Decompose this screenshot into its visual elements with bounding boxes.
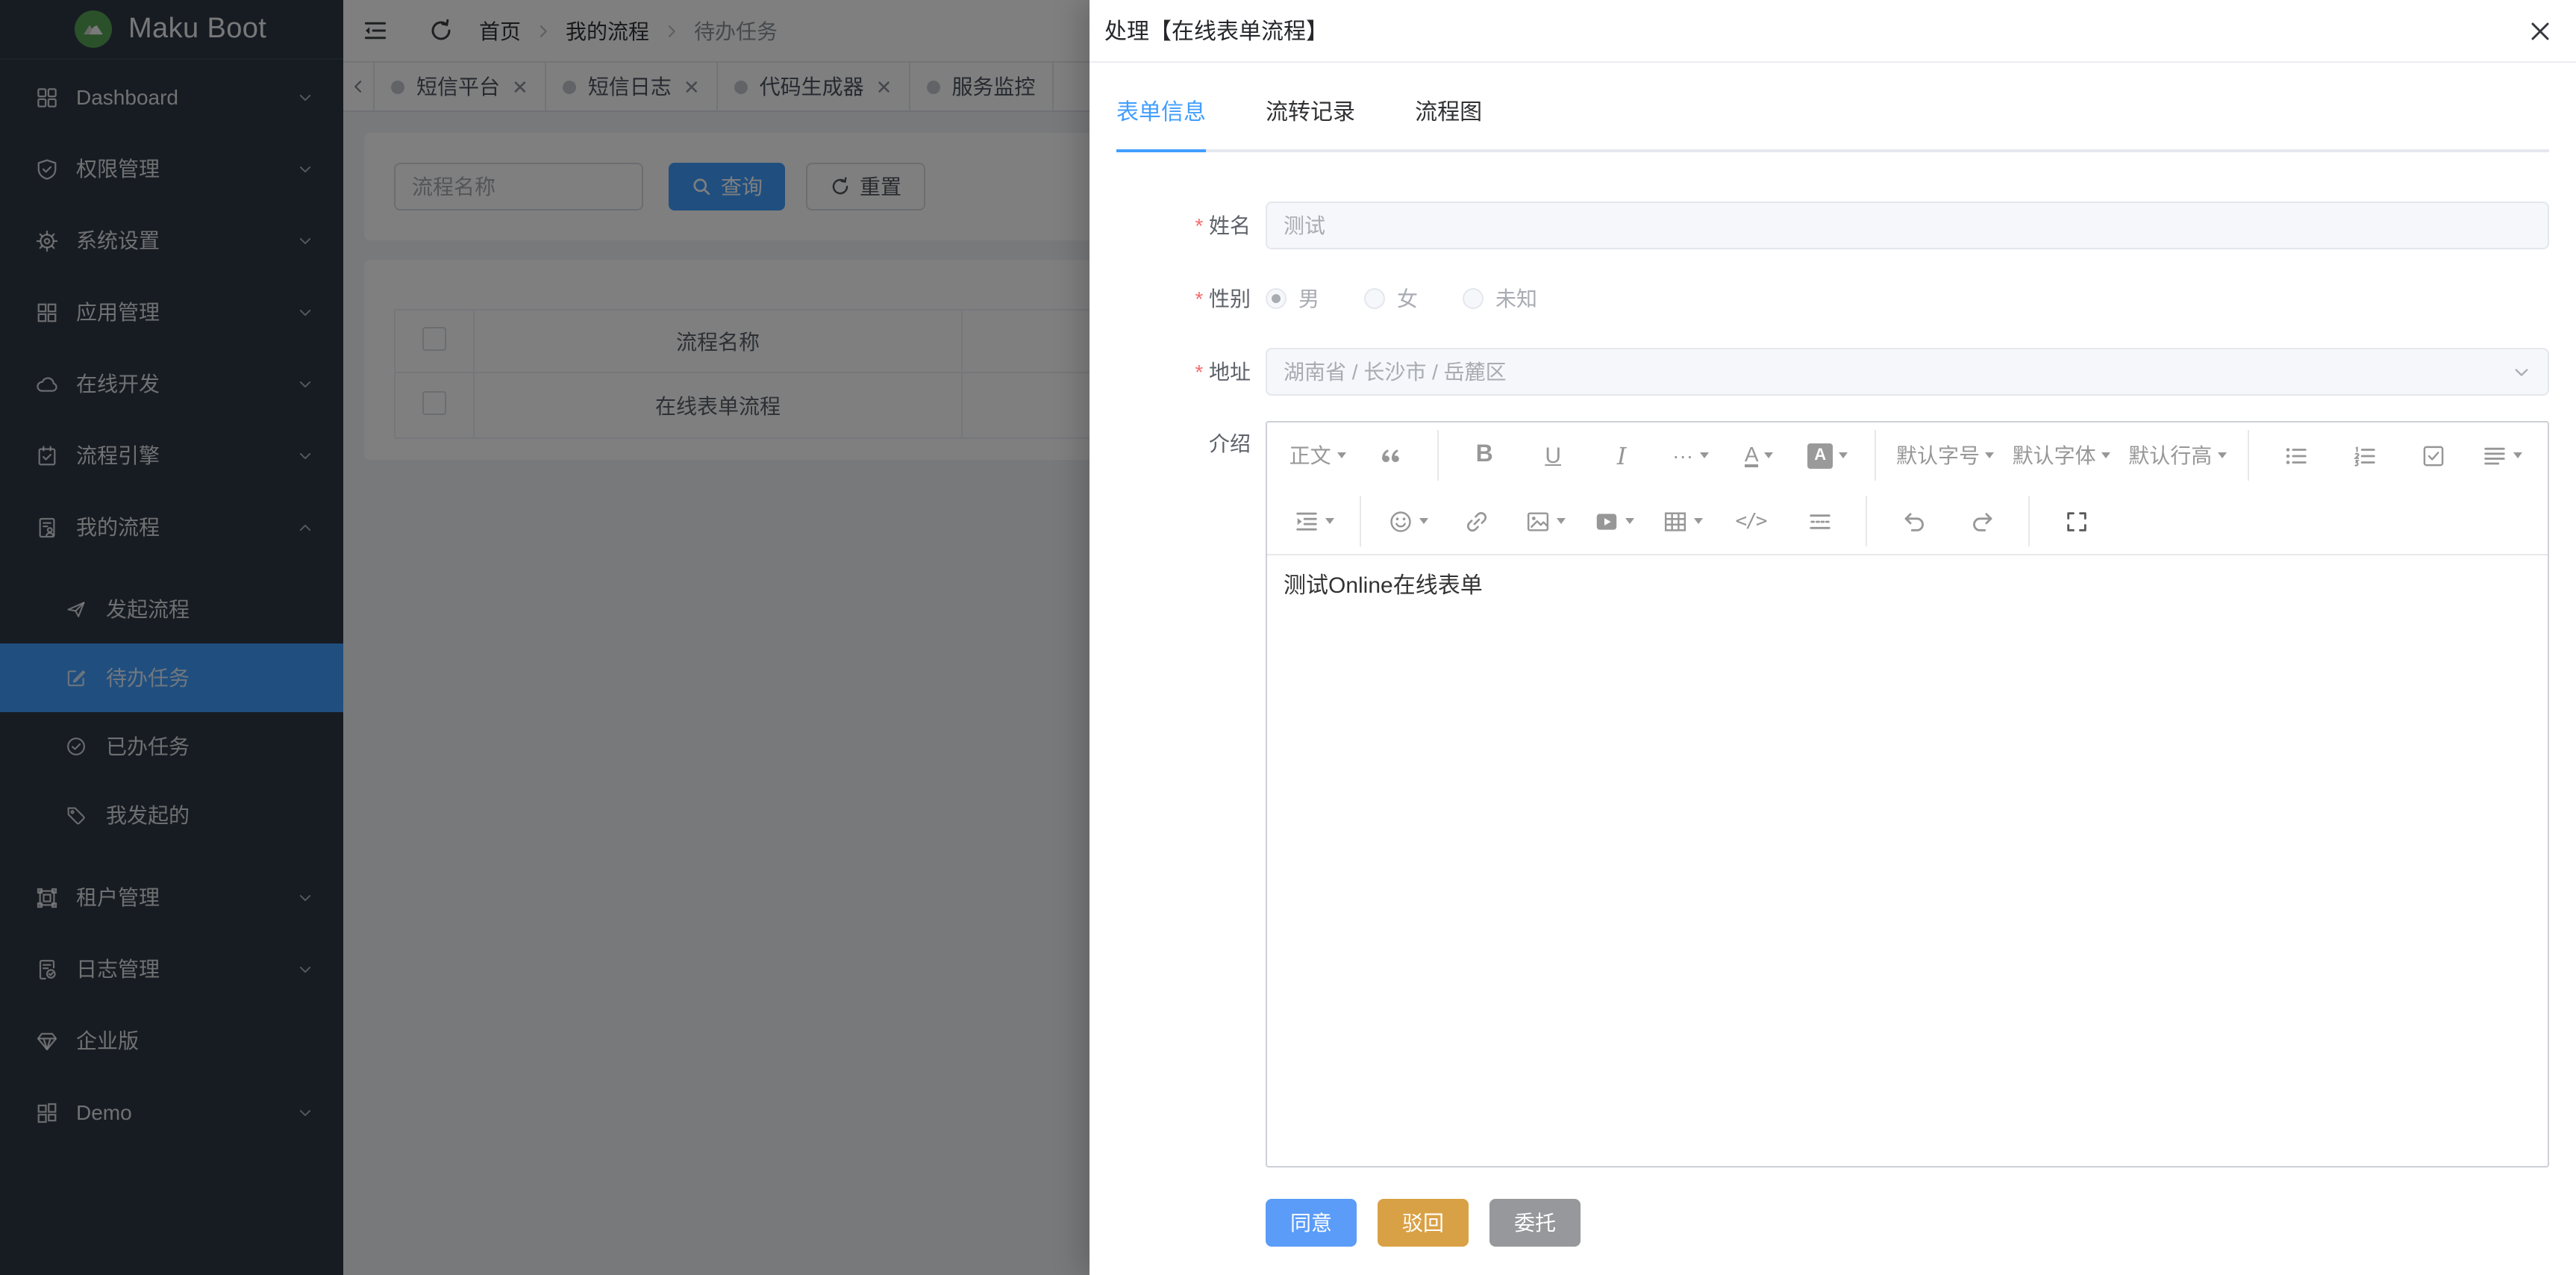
bold-button[interactable]: B	[1453, 431, 1516, 479]
caret-down-icon	[1625, 518, 1634, 524]
bullet-list-icon	[2283, 443, 2308, 468]
delegate-button[interactable]: 委托	[1489, 1199, 1581, 1247]
drawer-body: 表单信息 流转记录 流程图 姓名 测试 性别 男	[1090, 63, 2576, 1247]
fullscreen-button[interactable]	[2045, 497, 2107, 545]
paragraph-style-dropdown[interactable]: 正文	[1282, 431, 1353, 479]
underline-button[interactable]: U	[1522, 431, 1584, 479]
toolbar-divider	[1437, 430, 1438, 481]
chevron-down-icon	[2512, 362, 2531, 381]
redo-button[interactable]	[1951, 497, 2013, 545]
todo-checkbox-icon	[2420, 443, 2445, 468]
numbered-list-icon	[2351, 443, 2377, 468]
background-color-dropdown[interactable]: A	[1796, 431, 1859, 479]
emoji-dropdown[interactable]	[1376, 497, 1439, 545]
radio-icon	[1463, 288, 1484, 309]
indent-dropdown[interactable]	[1282, 497, 1345, 545]
toolbar-divider	[2028, 496, 2030, 546]
form-row-name: 姓名 测试	[1116, 202, 2549, 249]
gender-label: 性别	[1116, 275, 1266, 322]
caret-down-icon	[1337, 452, 1346, 458]
caret-down-icon	[1325, 518, 1334, 524]
drawer-header: 处理【在线表单流程】	[1090, 0, 2576, 63]
form-row-gender: 性别 男 女 未知	[1116, 275, 2549, 322]
font-family-dropdown[interactable]: 默认字体	[2007, 431, 2117, 479]
address-select[interactable]: 湖南省 / 长沙市 / 岳麓区	[1266, 348, 2549, 396]
insert-video-dropdown[interactable]	[1582, 497, 1645, 545]
drawer-actions: 同意 驳回 委托	[1266, 1199, 2549, 1247]
caret-down-icon	[1765, 452, 1774, 458]
more-styles-dropdown[interactable]: ···	[1659, 431, 1722, 479]
toolbar-divider	[1874, 430, 1875, 481]
name-label: 姓名	[1116, 202, 1266, 249]
process-form: 姓名 测试 性别 男 女	[1116, 202, 2549, 1168]
undo-button[interactable]	[1882, 497, 1945, 545]
caret-down-icon	[1419, 518, 1428, 524]
indent-icon	[1293, 508, 1319, 534]
name-field[interactable]: 测试	[1266, 202, 2549, 249]
toolbar-divider	[2248, 430, 2249, 481]
align-dropdown[interactable]	[2470, 431, 2533, 479]
tab-flow-diagram[interactable]: 流程图	[1415, 96, 1482, 149]
gender-radio-female[interactable]: 女	[1364, 284, 1418, 314]
insert-image-dropdown[interactable]	[1513, 497, 1576, 545]
rich-text-editor: 正文 B U I ··· A A 默认字号	[1266, 421, 2549, 1168]
address-label: 地址	[1116, 348, 1266, 396]
font-color-dropdown[interactable]: A	[1728, 431, 1790, 479]
link-icon	[1463, 508, 1489, 534]
blockquote-button[interactable]	[1359, 431, 1422, 479]
image-icon	[1525, 508, 1550, 534]
numbered-list-button[interactable]	[2333, 431, 2395, 479]
caret-down-icon	[1556, 518, 1565, 524]
app-root: Maku Boot Dashboard 权限管理 系统设置 应用管理	[0, 0, 2576, 1275]
video-icon	[1593, 508, 1619, 534]
radio-icon	[1266, 288, 1287, 309]
caret-down-icon	[1699, 452, 1708, 458]
caret-down-icon	[1693, 518, 1702, 524]
reject-button[interactable]: 驳回	[1378, 1199, 1469, 1247]
gender-radio-group: 男 女 未知	[1266, 275, 2549, 322]
caret-down-icon	[1839, 452, 1848, 458]
horizontal-rule-button[interactable]	[1788, 497, 1851, 545]
tab-form-info[interactable]: 表单信息	[1116, 96, 1206, 149]
close-icon[interactable]	[2528, 19, 2552, 43]
caret-down-icon	[1986, 452, 1995, 458]
caret-down-icon	[2218, 452, 2227, 458]
tab-flow-records[interactable]: 流转记录	[1266, 96, 1355, 149]
editor-toolbar-row-1: 正文 B U I ··· A A 默认字号	[1267, 423, 2548, 488]
form-row-intro: 介绍 正文 B U I ··· A	[1116, 421, 2549, 1168]
process-drawer: 处理【在线表单流程】 表单信息 流转记录 流程图 姓名 测试 性别	[1090, 0, 2576, 1275]
table-icon	[1662, 508, 1687, 534]
insert-table-dropdown[interactable]	[1651, 497, 1713, 545]
gender-radio-unknown[interactable]: 未知	[1463, 284, 1537, 314]
bullet-list-button[interactable]	[2264, 431, 2327, 479]
radio-icon	[1364, 288, 1385, 309]
divider-line-icon	[1807, 508, 1832, 534]
caret-down-icon	[2513, 452, 2522, 458]
code-block-button[interactable]: </>	[1719, 497, 1782, 545]
toolbar-divider	[1866, 496, 1867, 546]
line-height-dropdown[interactable]: 默认行高	[2122, 431, 2233, 479]
editor-content[interactable]: 测试Online在线表单	[1267, 554, 2548, 1166]
form-row-address: 地址 湖南省 / 长沙市 / 岳麓区	[1116, 348, 2549, 396]
drawer-title: 处理【在线表单流程】	[1104, 15, 1328, 46]
todo-list-button[interactable]	[2401, 431, 2464, 479]
emoji-icon	[1387, 508, 1413, 534]
redo-icon	[1969, 508, 1995, 534]
fullscreen-icon	[2063, 508, 2089, 534]
quote-icon	[1378, 443, 1403, 468]
insert-link-button[interactable]	[1445, 497, 1507, 545]
drawer-tabs: 表单信息 流转记录 流程图	[1116, 63, 2549, 152]
font-size-dropdown[interactable]: 默认字号	[1890, 431, 2001, 479]
toolbar-divider	[1360, 496, 1361, 546]
gender-radio-male[interactable]: 男	[1266, 284, 1319, 314]
caret-down-icon	[2102, 452, 2111, 458]
intro-label: 介绍	[1116, 421, 1266, 458]
italic-button[interactable]: I	[1590, 431, 1653, 479]
undo-icon	[1901, 508, 1926, 534]
align-justify-icon	[2481, 443, 2507, 468]
agree-button[interactable]: 同意	[1266, 1199, 1357, 1247]
editor-toolbar-row-2: </>	[1267, 488, 2548, 554]
